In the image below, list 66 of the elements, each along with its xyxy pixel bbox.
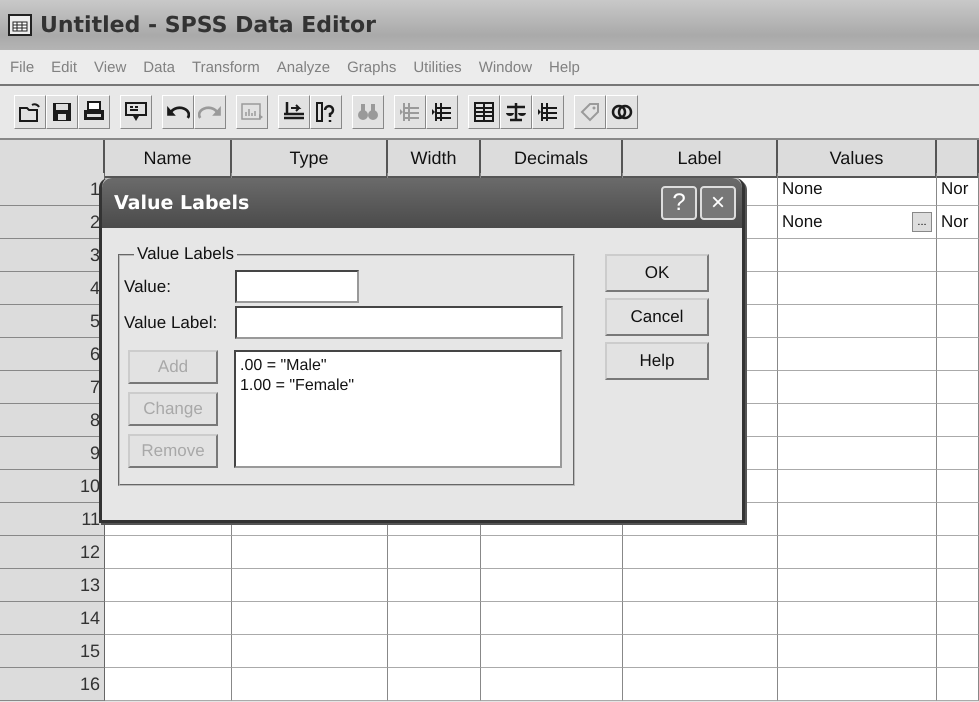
table-cell bbox=[937, 602, 979, 635]
close-button[interactable]: × bbox=[700, 186, 736, 220]
column-header[interactable]: Decimals bbox=[481, 140, 623, 178]
scales-button[interactable] bbox=[500, 95, 532, 129]
help-button[interactable]: ? bbox=[661, 186, 697, 220]
table-cell bbox=[937, 305, 979, 338]
table-cell bbox=[937, 404, 979, 437]
grid-arrow-icon bbox=[536, 100, 560, 124]
window-arrow-button[interactable] bbox=[120, 95, 152, 129]
table-cell bbox=[937, 536, 979, 569]
circles-button[interactable] bbox=[606, 95, 638, 129]
cell-text: None bbox=[782, 179, 823, 199]
undo-icon bbox=[166, 106, 190, 118]
tag-icon bbox=[578, 100, 602, 124]
cell-text: Nor bbox=[941, 212, 968, 232]
dialog-button[interactable]: Cancel bbox=[605, 298, 709, 336]
cell-text: None bbox=[782, 212, 823, 232]
row-number[interactable]: 16 bbox=[0, 668, 105, 701]
dialog-title: Value Labels bbox=[114, 192, 250, 214]
input-field[interactable] bbox=[235, 306, 563, 339]
folder-button[interactable] bbox=[14, 95, 46, 129]
column-header[interactable]: Label bbox=[623, 140, 778, 178]
table-cell bbox=[937, 635, 979, 668]
row-number[interactable]: 15 bbox=[0, 635, 105, 668]
spreadsheet-icon bbox=[8, 14, 32, 36]
floppy-disk-button[interactable] bbox=[46, 95, 78, 129]
column-header[interactable]: Values bbox=[778, 140, 937, 178]
column-header[interactable]: Width bbox=[388, 140, 481, 178]
column-header[interactable]: Type bbox=[232, 140, 388, 178]
window-title: Untitled - SPSS Data Editor bbox=[40, 12, 376, 38]
cell-text: Nor bbox=[941, 179, 968, 199]
row-number[interactable]: 14 bbox=[0, 602, 105, 635]
dialog-button[interactable]: Help bbox=[605, 342, 709, 380]
table-cell bbox=[937, 470, 979, 503]
list-box[interactable]: .00 = "Male" 1.00 = "Female" bbox=[234, 350, 562, 468]
table-cell bbox=[937, 338, 979, 371]
table-cell bbox=[937, 668, 979, 701]
question-button[interactable] bbox=[310, 95, 342, 129]
grid-arrow-icon bbox=[398, 100, 422, 124]
grid-button[interactable] bbox=[468, 95, 500, 129]
dialog-button[interactable]: OK bbox=[605, 254, 709, 292]
field-label: Value: bbox=[124, 276, 172, 296]
grid-arrow-button[interactable] bbox=[532, 95, 564, 129]
scales-icon bbox=[504, 100, 528, 124]
grid-arrow-icon bbox=[430, 100, 454, 124]
table-cell bbox=[937, 272, 979, 305]
table-cell bbox=[937, 437, 979, 470]
grid-arrow-button[interactable] bbox=[426, 95, 458, 129]
table-cell bbox=[937, 569, 979, 602]
field-label: Value Label: bbox=[124, 312, 218, 332]
row-number[interactable]: 1 bbox=[0, 173, 105, 206]
list-item[interactable]: .00 = "Male" bbox=[240, 356, 556, 376]
column-header[interactable] bbox=[937, 140, 979, 178]
input-field[interactable] bbox=[235, 270, 359, 303]
row-number[interactable]: 13 bbox=[0, 569, 105, 602]
printer-button[interactable] bbox=[78, 95, 110, 129]
row-number[interactable]: 12 bbox=[0, 536, 105, 569]
grid-icon bbox=[472, 100, 496, 124]
table-cell bbox=[937, 503, 979, 536]
ellipsis-button[interactable]: ... bbox=[912, 212, 932, 232]
table-cell bbox=[937, 371, 979, 404]
bars-arrow-button[interactable] bbox=[278, 95, 310, 129]
column-header[interactable]: Name bbox=[105, 140, 232, 178]
undo-button[interactable] bbox=[162, 95, 194, 129]
list-item[interactable]: 1.00 = "Female" bbox=[240, 376, 556, 396]
redo-icon bbox=[198, 106, 222, 118]
